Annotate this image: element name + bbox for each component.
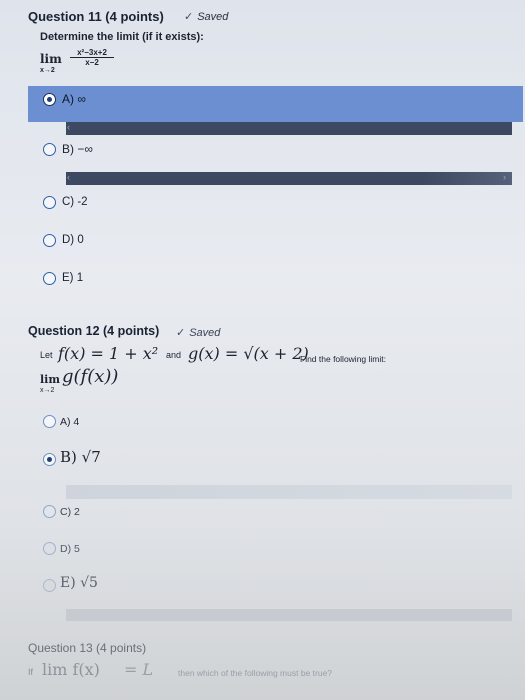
q12-title: Question 12 (4 points) [28,324,160,338]
q13-title: Question 13 (4 points) [28,641,147,655]
q11-option-c-radio[interactable] [43,196,56,209]
scroll-right-icon[interactable]: › [503,172,506,182]
q11-option-b-label: B) −∞ [62,142,93,156]
q12-option-d-radio[interactable] [43,542,56,555]
q12-lim-expression: g(f(x)) [62,366,119,387]
q12-option-d-label: D) 5 [60,543,80,555]
q11-option-a-radio[interactable] [43,93,56,106]
q12-option-b-radio[interactable] [43,453,56,466]
q11-limit-expression: lim x→2 x²−3x+2 x−2 [40,46,120,76]
q12-let: Let [40,350,53,360]
q12-lim-word: lim [40,373,60,386]
q12-option-a-label: A) 4 [60,416,80,428]
q13-question-text: then which of the following must be true… [178,668,333,678]
q13-equals-l: = L [124,660,154,679]
q11-option-a-row[interactable] [28,86,523,122]
q11-option-d-label: D) 0 [62,234,84,246]
q11-option-e-radio[interactable] [43,272,56,285]
q11-option-a-scrollbar[interactable] [66,122,512,135]
q11-prompt: Determine the limit (if it exists): [40,31,204,43]
q12-option-b-label: B) √7 [60,448,101,466]
q11-option-e-label: E) 1 [62,272,84,284]
q12-option-e-radio[interactable] [43,579,56,592]
q11-option-a-label: A) ∞ [62,92,86,106]
q12-option-c-label: C) 2 [60,506,80,518]
q11-saved-status: ✓ Saved [184,10,228,23]
q13-lim-expression: lim f(x) [42,660,100,679]
q11-option-c-label: C) -2 [62,196,88,208]
q11-option-b-scrollbar[interactable] [66,172,512,185]
q11-lim-sub: x→2 [40,67,55,74]
q11-fraction: x²−3x+2 x−2 [70,48,114,67]
q12-saved-status: ✓ Saved [176,326,220,339]
q12-option-e-label: E) √5 [60,575,98,591]
q12-option-a-radio[interactable] [43,415,56,428]
q11-denominator: x−2 [85,58,99,67]
q12-g-definition: g(x) = √(x + 2) [188,344,309,363]
q12-and: and [166,350,182,360]
q12-lim-sub: x→2 [40,387,55,394]
checkmark-icon: ✓ [184,11,194,23]
scroll-left-icon[interactable]: ‹ [67,172,70,182]
q11-lim-word: lim [40,52,62,66]
q11-saved-label: Saved [197,11,229,23]
q11-numerator: x²−3x+2 [70,48,114,58]
q12-instruction: Find the following limit: [300,354,386,364]
q12-saved-label: Saved [189,327,221,339]
q12-option-c-radio[interactable] [43,505,56,518]
q12-f-definition: f(x) = 1 + x² [58,344,159,363]
scroll-left-icon[interactable]: ‹ [67,122,70,132]
q13-if: If [28,667,34,677]
q11-option-d-radio[interactable] [43,234,56,247]
q11-option-b-radio[interactable] [43,143,56,156]
q11-title: Question 11 (4 points) [28,9,164,24]
q12-option-b-scrollbar[interactable] [66,485,512,499]
checkmark-icon: ✓ [176,327,186,339]
q12-option-e-scrollbar[interactable] [66,609,512,621]
